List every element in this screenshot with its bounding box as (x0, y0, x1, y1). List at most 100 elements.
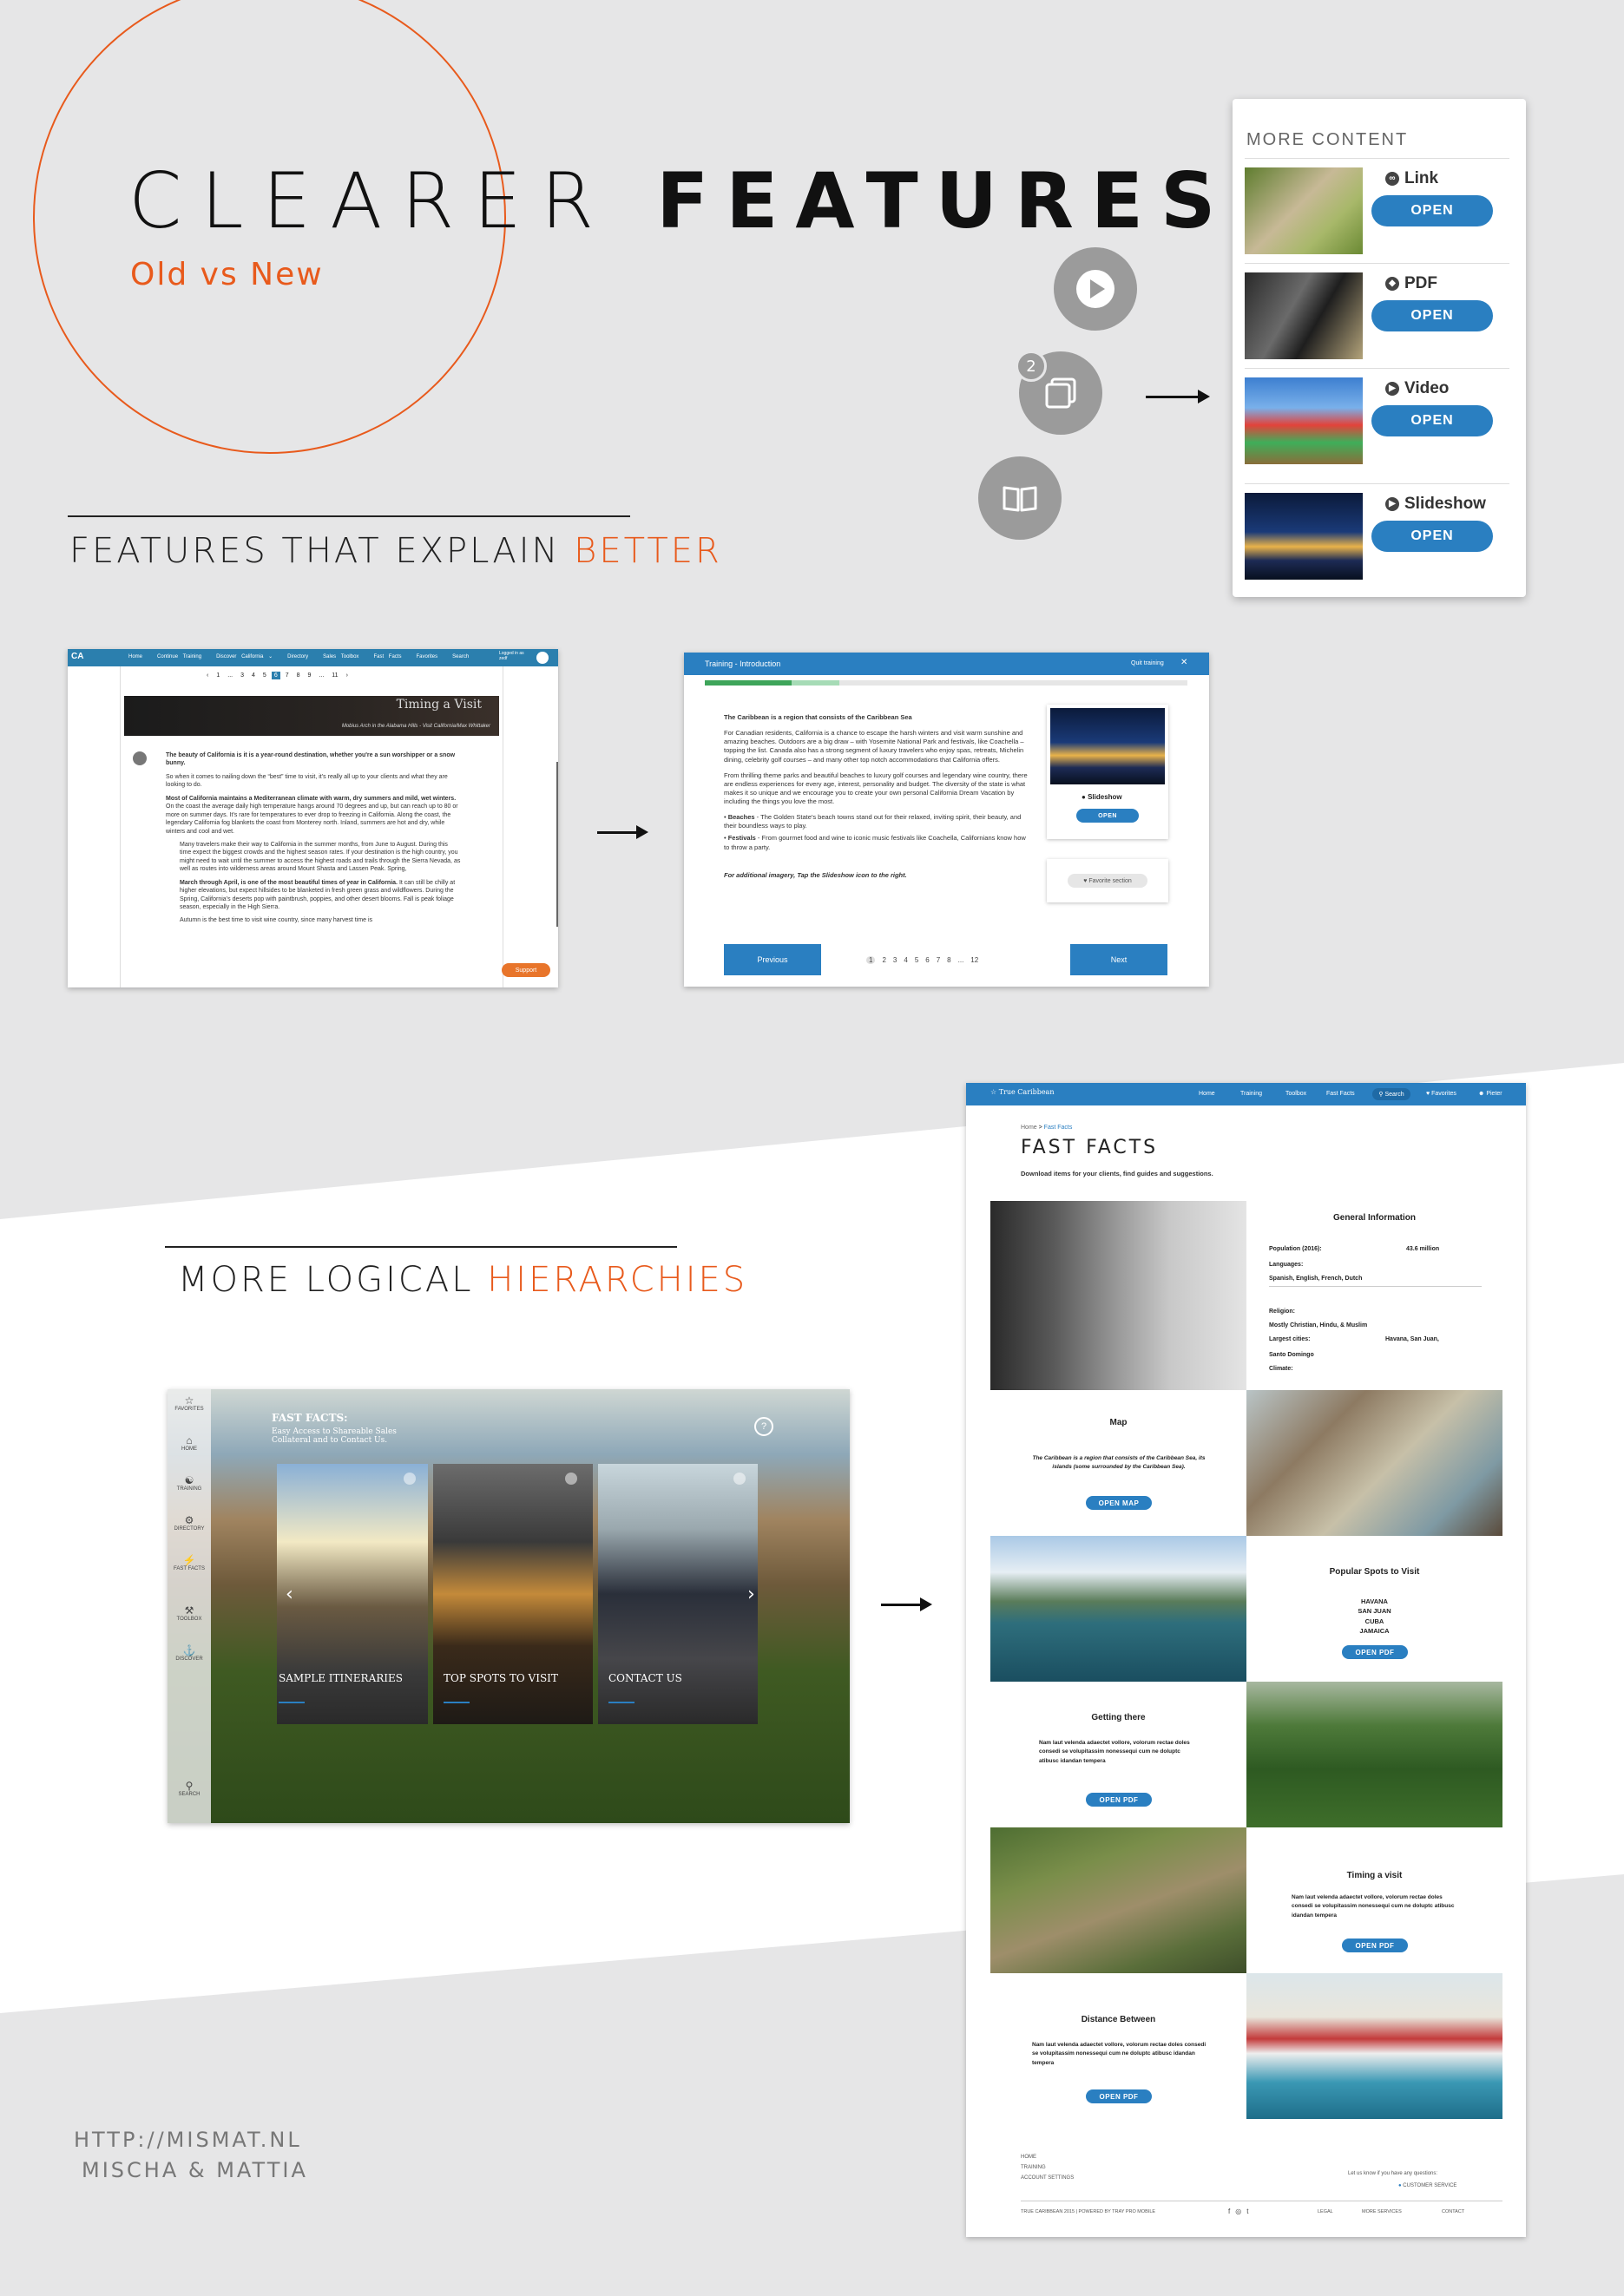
pager-item[interactable]: 7 (283, 672, 292, 679)
book-icon[interactable] (978, 456, 1062, 540)
languages-value: Spanish, English, French, Dutch (1269, 1276, 1363, 1282)
brand-logo[interactable]: ☆ True Caribbean (990, 1088, 1054, 1096)
pager-item-active[interactable]: 6 (271, 672, 280, 679)
tile-sample-itineraries[interactable]: SAMPLE ITINERARIES (277, 1464, 428, 1724)
boat-photo (1246, 1973, 1502, 2119)
breadcrumb-home[interactable]: Home (1021, 1125, 1037, 1131)
page-dot[interactable]: 7 (937, 956, 940, 964)
page-dot[interactable]: 6 (925, 956, 929, 964)
pager-item[interactable]: 3 (238, 672, 247, 679)
pager-item[interactable]: 1 (214, 672, 222, 679)
nav-home[interactable]: Home (1199, 1091, 1215, 1097)
open-video-button[interactable]: OPEN (1371, 405, 1493, 436)
slideshow-icon: ▶ (1385, 496, 1399, 511)
tile-contact-us[interactable]: CONTACT US (598, 1464, 758, 1724)
link-label: ∞ Link (1385, 169, 1438, 188)
page-dot[interactable]: 12 (970, 956, 978, 964)
customer-service-link[interactable]: ● CUSTOMER SERVICE (1398, 2183, 1456, 2188)
religion-label: Religion: (1269, 1309, 1295, 1315)
quit-training-link[interactable]: Quit training (1131, 660, 1164, 666)
sidebar-item-training[interactable]: ☯ TRAINING (168, 1474, 211, 1492)
old-sidebar: ☆ FAVORITES ⌂ HOME ☯ TRAINING ⚙ DIRECTORY ⚡ F… (168, 1389, 211, 1823)
pager-next[interactable]: › (344, 672, 351, 679)
avatar-icon[interactable] (536, 652, 549, 664)
timing-title: Timing a visit (1346, 1871, 1403, 1880)
nav-training[interactable]: Training (1240, 1091, 1262, 1097)
footer-legal[interactable]: LEGAL (1318, 2209, 1333, 2214)
next-button[interactable]: Next (1070, 944, 1167, 975)
star-icon[interactable] (733, 1473, 746, 1485)
support-button[interactable]: Support (502, 963, 550, 977)
pager-item[interactable]: 4 (249, 672, 258, 679)
footer-link-training[interactable]: TRAINING (1021, 2162, 1074, 2173)
old-pager[interactable]: ‹ 1 ... 3 4 5 6 7 8 9 ... 11 › (204, 672, 351, 679)
side-open-button[interactable]: OPEN (1076, 809, 1139, 823)
distance-title: Distance Between (1081, 2015, 1156, 2024)
pager-item[interactable]: 11 (329, 672, 340, 679)
footer-link-home[interactable]: HOME (1021, 2152, 1074, 2162)
page-dot[interactable]: 5 (915, 956, 918, 964)
pager-item[interactable]: 8 (294, 672, 303, 679)
sidebar-item-directory[interactable]: ⚙ DIRECTORY (168, 1514, 211, 1532)
pager-prev[interactable]: ‹ (204, 672, 211, 679)
title-bold-part: FEATURES (656, 156, 1233, 246)
chevron-right-icon[interactable]: › (747, 1584, 755, 1605)
open-timing-pdf-button[interactable]: OPEN PDF (1342, 1938, 1408, 1952)
open-spots-pdf-button[interactable]: OPEN PDF (1342, 1645, 1408, 1659)
chevron-left-icon[interactable]: ‹ (286, 1584, 293, 1605)
sidebar-item-favorites[interactable]: ☆ FAVORITES (168, 1394, 211, 1412)
open-pdf-button[interactable]: OPEN (1371, 300, 1493, 331)
new-pager[interactable]: 1 2 3 4 5 6 7 8 ... 12 (866, 956, 978, 964)
help-icon[interactable]: ? (754, 1417, 773, 1436)
open-map-button[interactable]: OPEN MAP (1086, 1496, 1152, 1510)
sidebar-item-toolbox[interactable]: ⚒ TOOLBOX (168, 1604, 211, 1622)
distance-text: Nam laut velenda adaectet vollore, volor… (1032, 2042, 1206, 2066)
pager-item[interactable]: 9 (306, 672, 314, 679)
nav-fastfacts[interactable]: Fast Facts (1326, 1091, 1355, 1097)
sidebar-item-home[interactable]: ⌂ HOME (168, 1434, 211, 1452)
nav-favorites[interactable]: ♥ Favorites (1426, 1091, 1456, 1097)
page-dot-active[interactable]: 1 (866, 956, 876, 964)
footer-more-services[interactable]: MORE SERVICES (1362, 2209, 1402, 2214)
star-icon[interactable] (565, 1473, 577, 1485)
footer-contact[interactable]: CONTACT (1442, 2209, 1464, 2214)
section-divider (165, 1246, 677, 1248)
nav-user[interactable]: ☻ Pieter (1478, 1091, 1502, 1097)
footer-link-account[interactable]: ACCOUNT SETTINGS (1021, 2173, 1074, 2183)
training-icon: ☯ (184, 1474, 194, 1486)
page-dot[interactable]: 3 (893, 956, 897, 964)
open-distance-pdf-button[interactable]: OPEN PDF (1086, 2089, 1152, 2103)
scrollbar[interactable] (556, 762, 558, 927)
open-getting-pdf-button[interactable]: OPEN PDF (1086, 1793, 1152, 1807)
star-icon[interactable] (133, 751, 147, 765)
sidebar-item-search[interactable]: ⚲ SEARCH (168, 1780, 211, 1797)
old-nav-items[interactable]: Home Continue Training Discover Californ… (128, 653, 469, 659)
tile-top-spots[interactable]: TOP SPOTS TO VISIT (433, 1464, 593, 1724)
slideshow-thumbnail (1245, 493, 1363, 580)
page-dot[interactable]: 8 (947, 956, 950, 964)
instagram-icon: ◎ (1235, 2207, 1247, 2215)
credit-url[interactable]: HTTP://MISMAT.NL (74, 2128, 302, 2152)
close-icon[interactable]: ✕ (1180, 658, 1187, 667)
favorite-section-button[interactable]: ♥ Favorite section (1068, 874, 1147, 888)
ff-description: Download items for your clients, find gu… (1021, 1170, 1213, 1178)
open-slideshow-button[interactable]: OPEN (1371, 521, 1493, 552)
sidebar-item-discover[interactable]: ⚓ DISCOVER (168, 1644, 211, 1662)
social-icons[interactable]: f◎t (1228, 2207, 1253, 2215)
previous-button[interactable]: Previous (724, 944, 821, 975)
page-dot[interactable]: 4 (904, 956, 907, 964)
link-thumbnail (1245, 167, 1363, 254)
page-dot[interactable]: 2 (882, 956, 885, 964)
video-icon: ▶ (1385, 381, 1399, 396)
pager-item[interactable]: 5 (260, 672, 269, 679)
nav-toolbox[interactable]: Toolbox (1285, 1091, 1306, 1097)
old-content-column: ‹ 1 ... 3 4 5 6 7 8 9 ... 11 › Timing a … (120, 666, 503, 987)
nav-search[interactable]: ⚲ Search (1372, 1088, 1410, 1100)
progress-fill (705, 680, 792, 686)
play-icon[interactable] (1054, 247, 1137, 331)
cities-label: Largest cities: (1269, 1336, 1311, 1342)
sidebar-item-fastfacts[interactable]: ⚡ FAST FACTS (173, 1554, 206, 1571)
open-link-button[interactable]: OPEN (1371, 195, 1493, 226)
star-icon[interactable] (404, 1473, 416, 1485)
more-content-card: MORE CONTENT ∞ Link OPEN ◆ PDF OPEN ▶ Video… (1233, 99, 1526, 597)
